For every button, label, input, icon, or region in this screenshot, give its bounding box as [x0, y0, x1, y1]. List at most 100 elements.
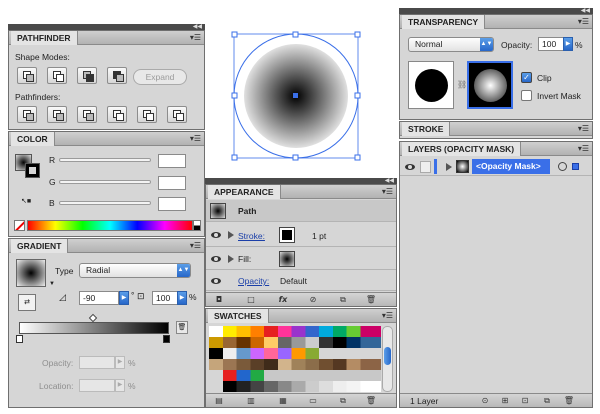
visibility-eye-icon[interactable]: [211, 278, 221, 284]
clear-appearance-icon[interactable]: ⊘: [306, 294, 320, 305]
opacity-spinner-icon[interactable]: ▶: [115, 356, 125, 369]
opacity-mask-thumbnail[interactable]: [467, 61, 513, 109]
new-color-group-icon[interactable]: ▭: [306, 395, 320, 406]
appearance-fill-row[interactable]: Fill:: [206, 248, 396, 270]
visibility-eye-icon[interactable]: [405, 164, 415, 170]
appearance-opacity-row[interactable]: Opacity: Default: [206, 271, 396, 291]
angle-spinner-icon[interactable]: ▶: [119, 291, 129, 305]
color-spectrum[interactable]: [27, 220, 193, 231]
canvas-area[interactable]: [205, 0, 395, 176]
layers-tab[interactable]: LAYERS (OPACITY MASK): [402, 142, 522, 156]
show-kinds-icon[interactable]: ▥: [244, 395, 258, 406]
location-spinner-icon[interactable]: ▶: [115, 379, 125, 392]
panel-menu-icon[interactable]: ▾☰: [190, 33, 201, 42]
delete-stop-icon[interactable]: 🗑: [176, 321, 188, 334]
exclude-button[interactable]: [107, 67, 127, 84]
visibility-eye-icon[interactable]: [211, 232, 221, 238]
expand-triangle-icon[interactable]: [228, 255, 234, 263]
panel-menu-icon[interactable]: ▾☰: [382, 187, 393, 196]
aspect-ratio-field[interactable]: 100: [152, 291, 178, 305]
locate-object-icon[interactable]: ⊙: [478, 395, 492, 406]
selected-radial-circle[interactable]: [205, 0, 395, 176]
expand-button[interactable]: Expand: [133, 69, 187, 85]
none-swatch[interactable]: [14, 220, 25, 231]
delete-item-icon[interactable]: 🗑: [364, 294, 378, 305]
delete-layer-icon[interactable]: 🗑: [562, 395, 576, 406]
opacity-field[interactable]: [79, 356, 115, 369]
layer-row-opacity-mask[interactable]: <Opacity Mask>: [400, 158, 592, 176]
collapse-icon[interactable]: ◀◀: [385, 177, 394, 184]
angle-field[interactable]: -90: [79, 291, 119, 305]
new-swatch-icon[interactable]: ⧉: [336, 395, 350, 406]
target-circle-icon[interactable]: [558, 162, 567, 171]
swatches-scrollbar[interactable]: [382, 326, 393, 392]
b-slider[interactable]: [59, 201, 151, 205]
swatches-grid[interactable]: [209, 326, 381, 392]
r-slider[interactable]: [59, 158, 151, 162]
merge-button[interactable]: [77, 106, 97, 123]
expand-triangle-icon[interactable]: [228, 231, 234, 239]
mask-link-icon[interactable]: ⛓: [457, 80, 467, 89]
appearance-stroke-row[interactable]: Stroke: 1 pt: [206, 223, 396, 247]
blend-mode-dropdown[interactable]: Normal ▲▼: [408, 37, 494, 52]
panel-menu-icon[interactable]: ▾☰: [578, 124, 589, 133]
reverse-gradient-icon[interactable]: ⇄: [18, 294, 36, 311]
transparency-tab[interactable]: TRANSPARENCY: [402, 15, 486, 29]
unite-button[interactable]: [17, 67, 37, 84]
gradient-preview-swatch[interactable]: [16, 259, 46, 287]
selection-square-icon[interactable]: [572, 163, 579, 170]
transparency-opacity-field[interactable]: 100: [538, 37, 564, 51]
pathfinder-tab[interactable]: PATHFINDER: [11, 31, 78, 45]
appearance-tab[interactable]: APPEARANCE: [208, 185, 281, 199]
panel-menu-icon[interactable]: ▾☰: [578, 144, 589, 153]
expand-triangle-icon[interactable]: [446, 163, 452, 171]
visibility-eye-icon[interactable]: [211, 256, 221, 262]
crop-button[interactable]: [107, 106, 127, 123]
scrollbar-thumb[interactable]: [384, 347, 391, 365]
r-field[interactable]: [158, 154, 186, 168]
gradient-slider[interactable]: [19, 322, 169, 334]
midpoint-diamond[interactable]: [88, 313, 98, 323]
g-slider[interactable]: [59, 180, 151, 184]
trim-button[interactable]: [47, 106, 67, 123]
fill-stroke-icon[interactable]: [15, 154, 43, 180]
artwork-thumbnail[interactable]: [408, 61, 454, 109]
clip-checkbox[interactable]: ✓: [521, 72, 532, 83]
clipping-mask-icon[interactable]: ⊞: [498, 395, 512, 406]
stroke-swatch[interactable]: [279, 227, 295, 243]
stroke-tab[interactable]: STROKE: [402, 122, 451, 136]
gradient-type-dropdown[interactable]: Radial ▲▼: [79, 263, 191, 278]
collapse-icon[interactable]: ◀◀: [581, 7, 590, 14]
stroke-link[interactable]: Stroke:: [238, 231, 265, 241]
invert-mask-checkbox[interactable]: [521, 90, 532, 101]
default-colors-icon[interactable]: ↖■: [21, 197, 31, 205]
opacity-link[interactable]: Opacity:: [238, 276, 269, 286]
panel-menu-icon[interactable]: ▾☰: [190, 241, 201, 250]
layer-name-cell[interactable]: <Opacity Mask>: [472, 159, 550, 174]
add-fill-icon[interactable]: □: [244, 294, 258, 305]
add-stroke-icon[interactable]: ◘: [212, 294, 226, 305]
gradient-preview-arrow-icon[interactable]: ▼: [49, 281, 55, 287]
gradient-stop-black[interactable]: [163, 335, 170, 343]
divide-button[interactable]: [17, 106, 37, 123]
white-black-swatch[interactable]: [193, 220, 201, 231]
new-layer-icon[interactable]: ⧉: [540, 395, 554, 406]
g-field[interactable]: [158, 176, 186, 190]
swatch-libraries-icon[interactable]: ▤: [212, 395, 226, 406]
lock-toggle[interactable]: [420, 161, 431, 173]
b-field[interactable]: [158, 197, 186, 211]
fill-swatch[interactable]: [279, 251, 295, 267]
appearance-path-row[interactable]: Path: [206, 200, 396, 222]
panel-menu-icon[interactable]: ▾☰: [578, 17, 589, 26]
location-field[interactable]: [79, 379, 115, 392]
panel-menu-icon[interactable]: ▾☰: [382, 311, 393, 320]
transparency-opacity-spinner-icon[interactable]: ▶: [563, 37, 573, 51]
minus-back-button[interactable]: [167, 106, 187, 123]
panel-menu-icon[interactable]: ▾☰: [190, 134, 201, 143]
gradient-tab[interactable]: GRADIENT: [11, 239, 69, 253]
collapse-icon[interactable]: ◀◀: [193, 23, 202, 30]
duplicate-item-icon[interactable]: ⧉: [336, 294, 350, 305]
delete-swatch-icon[interactable]: 🗑: [364, 395, 378, 406]
new-sublayer-icon[interactable]: ⊡: [518, 395, 532, 406]
gradient-stop-white[interactable]: [16, 335, 23, 343]
